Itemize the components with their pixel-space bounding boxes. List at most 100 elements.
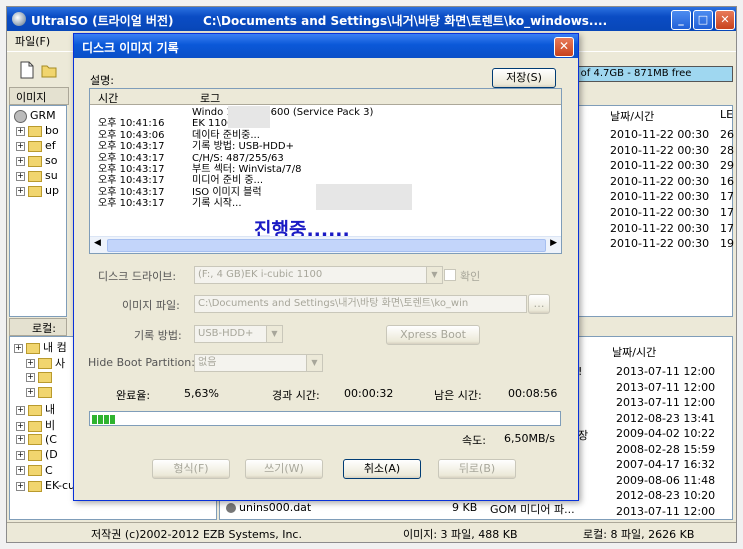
expand-icon[interactable]: + bbox=[26, 388, 35, 398]
tree-item-label: (D bbox=[45, 448, 58, 462]
expand-icon[interactable]: + bbox=[16, 171, 25, 181]
new-file-icon[interactable] bbox=[19, 61, 35, 79]
expand-icon[interactable]: + bbox=[16, 421, 25, 431]
dialog-close-icon[interactable]: ✕ bbox=[554, 37, 574, 57]
xpress-boot-button[interactable]: Xpress Boot bbox=[386, 325, 480, 345]
tree-item[interactable]: + su bbox=[16, 169, 58, 182]
progress-block bbox=[110, 415, 115, 424]
close-button[interactable]: ✕ bbox=[715, 10, 735, 30]
minimize-button[interactable]: _ bbox=[671, 10, 691, 30]
table-row-date[interactable]: 2010-11-22 00:30 bbox=[610, 190, 709, 203]
table-row-date[interactable]: 2010-11-22 00:30 bbox=[610, 175, 709, 188]
expand-icon[interactable]: + bbox=[16, 186, 25, 196]
file-size: 9 KB bbox=[452, 501, 478, 514]
drive-icon bbox=[28, 480, 42, 492]
tree-item[interactable]: + bo bbox=[16, 124, 59, 137]
open-folder-icon[interactable] bbox=[41, 61, 57, 79]
format-button[interactable]: 형식(F) bbox=[152, 459, 230, 479]
tree-item[interactable]: + up bbox=[16, 184, 59, 197]
log-message: 기록 방법: USB-HDD+ bbox=[192, 141, 294, 153]
expand-icon[interactable]: + bbox=[14, 343, 23, 353]
table-row-date[interactable]: 2008-02-28 15:59 bbox=[616, 443, 715, 456]
expand-icon[interactable]: + bbox=[16, 126, 25, 136]
chevron-down-icon[interactable]: ▼ bbox=[266, 326, 282, 342]
folder-icon bbox=[28, 170, 42, 182]
disk-drive-select[interactable]: (F:, 4 GB)EK i-cubic 1100 ▼ bbox=[194, 266, 443, 284]
column-date[interactable]: 날짜/시간 bbox=[612, 344, 656, 360]
image-file-field[interactable]: C:\Documents and Settings\내거\바탕 화면\토렌트\k… bbox=[194, 295, 527, 313]
maximize-button[interactable]: □ bbox=[693, 10, 713, 30]
table-row-date[interactable]: 2010-11-22 00:30 bbox=[610, 144, 709, 157]
table-row-date[interactable]: 2009-08-06 11:48 bbox=[616, 474, 715, 487]
description-label: 설명: bbox=[90, 74, 114, 87]
scroll-left-icon[interactable]: ◀ bbox=[94, 238, 101, 248]
table-row-date[interactable]: 2013-07-11 12:00 bbox=[616, 505, 715, 518]
log-time: 오후 10:43:17 bbox=[98, 164, 165, 175]
tree-item[interactable]: + ef bbox=[16, 139, 56, 152]
expand-icon[interactable]: + bbox=[16, 435, 25, 445]
dialog-title-bar: 디스크 이미지 기록 ✕ bbox=[74, 34, 578, 58]
confirm-checkbox[interactable] bbox=[444, 269, 456, 281]
column-extra[interactable]: LE bbox=[720, 108, 733, 121]
column-date[interactable]: 날짜/시간 bbox=[610, 108, 654, 124]
table-row-date[interactable]: 2010-11-22 00:30 bbox=[610, 159, 709, 172]
menu-file[interactable]: 파일(F) bbox=[15, 33, 50, 49]
log-column-time[interactable]: 시간 bbox=[98, 90, 118, 106]
tree-item-label: C bbox=[45, 463, 53, 477]
log-row: 오후 10:43:17 ISO 이미지 블럭 bbox=[98, 187, 262, 198]
chevron-down-icon[interactable]: ▼ bbox=[426, 267, 442, 283]
expand-icon[interactable]: + bbox=[16, 481, 25, 491]
tree-item[interactable]: + 내 컴 bbox=[14, 339, 67, 355]
save-button[interactable]: 저장(S) bbox=[492, 68, 556, 88]
table-row-date[interactable]: 2010-11-22 00:30 bbox=[610, 128, 709, 141]
table-row-date[interactable]: 2012-08-23 13:41 bbox=[616, 412, 715, 425]
chevron-down-icon[interactable]: ▼ bbox=[306, 355, 322, 371]
tree-item[interactable]: + 비 bbox=[16, 417, 55, 433]
expand-icon[interactable]: + bbox=[16, 156, 25, 166]
back-button[interactable]: 뒤로(B) bbox=[438, 459, 516, 479]
table-row-date[interactable]: 2012-08-23 10:20 bbox=[616, 489, 715, 502]
tree-item[interactable]: + so bbox=[16, 154, 57, 167]
expand-icon[interactable]: + bbox=[26, 359, 35, 369]
table-row-extra: 29 bbox=[720, 159, 734, 173]
table-row-date[interactable]: 2013-07-11 12:00 bbox=[616, 381, 715, 394]
tree-item[interactable]: + bbox=[26, 370, 55, 383]
log-time: 오후 10:43:17 bbox=[98, 152, 165, 164]
tree-item[interactable]: + bbox=[26, 386, 55, 399]
table-row-extra: 17 bbox=[720, 206, 734, 219]
file-type: GOM 미디어 파... bbox=[490, 503, 575, 516]
table-row-date[interactable]: 2013-07-11 12:00 bbox=[616, 365, 715, 378]
file-row-unins000[interactable]: unins000.dat bbox=[226, 501, 311, 514]
main-title-path: C:\Documents and Settings\내거\바탕 화면\토렌트\k… bbox=[203, 14, 608, 28]
tree-item[interactable]: + 내 bbox=[16, 401, 55, 417]
table-row-date[interactable]: 2010-11-22 00:30 bbox=[610, 206, 709, 219]
table-row-date[interactable]: 2009-04-02 10:22 bbox=[616, 427, 715, 440]
hide-boot-select[interactable]: 없음 ▼ bbox=[194, 354, 323, 372]
table-row-date[interactable]: 2013-07-11 12:00 bbox=[616, 396, 715, 409]
log-message: ISO 이미지 블럭 bbox=[192, 186, 262, 198]
tree-item-root[interactable]: GRM bbox=[14, 109, 56, 123]
scroll-right-icon[interactable]: ▶ bbox=[550, 238, 557, 248]
scroll-thumb[interactable] bbox=[107, 239, 546, 252]
expand-icon[interactable]: + bbox=[16, 450, 25, 460]
log-horizontal-scrollbar[interactable]: ◀ ▶ bbox=[90, 236, 561, 253]
table-row-date[interactable]: 2007-04-17 16:32 bbox=[616, 458, 715, 471]
tree-item[interactable]: + (D bbox=[16, 448, 58, 461]
write-method-select[interactable]: USB-HDD+ ▼ bbox=[194, 325, 283, 343]
expand-icon[interactable]: + bbox=[26, 372, 35, 382]
log-message: 미디어 준비 중... bbox=[192, 175, 264, 187]
drive-icon bbox=[28, 434, 42, 446]
log-row: 오후 10:43:06 데이타 준비중... bbox=[98, 130, 260, 141]
tree-item[interactable]: + C bbox=[16, 464, 53, 477]
cancel-button[interactable]: 취소(A) bbox=[343, 459, 421, 479]
log-column-log[interactable]: 로그 bbox=[200, 90, 220, 106]
table-row-date[interactable]: 2010-11-22 00:30 bbox=[610, 222, 709, 235]
browse-button[interactable]: … bbox=[528, 294, 550, 314]
tree-item[interactable]: + 사 bbox=[26, 355, 65, 371]
write-button[interactable]: 쓰기(W) bbox=[245, 459, 323, 479]
expand-icon[interactable]: + bbox=[16, 141, 25, 151]
table-row-date[interactable]: 2010-11-22 00:30 bbox=[610, 237, 709, 250]
expand-icon[interactable]: + bbox=[16, 405, 25, 415]
tree-item[interactable]: + (C bbox=[16, 433, 57, 446]
expand-icon[interactable]: + bbox=[16, 466, 25, 476]
